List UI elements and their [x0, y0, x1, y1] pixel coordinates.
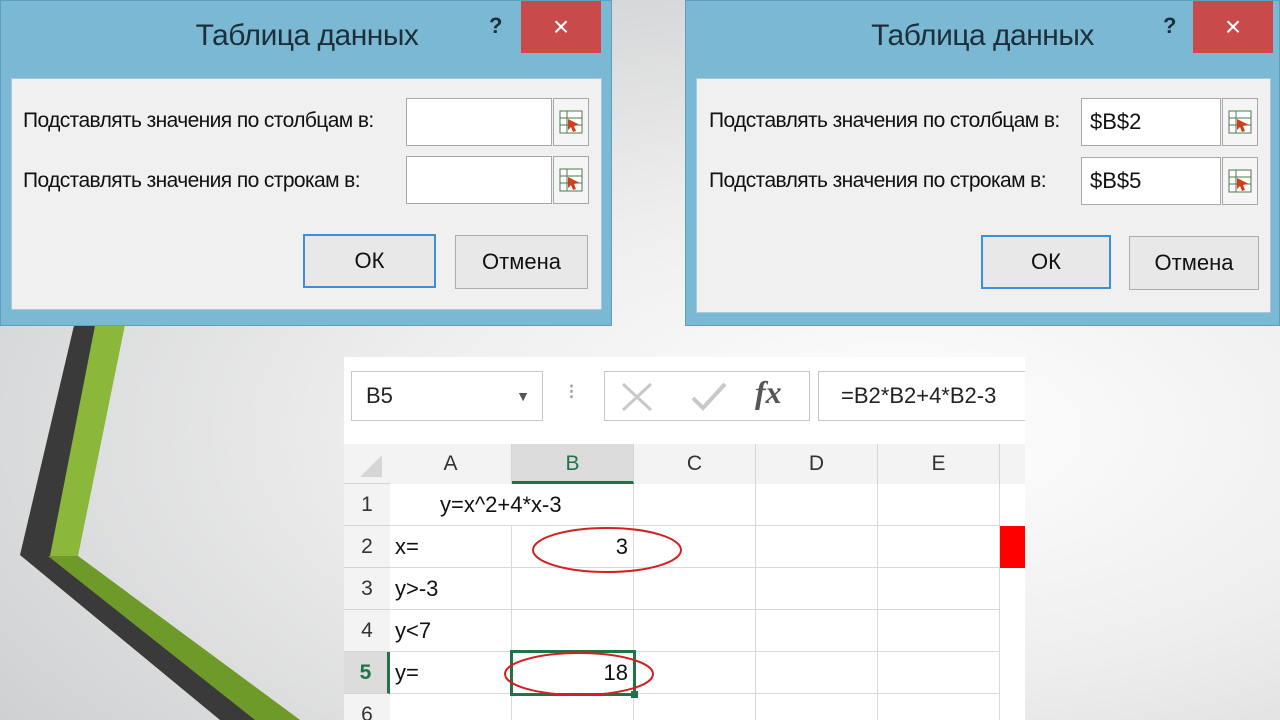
cell-a2[interactable]: x=: [390, 526, 512, 568]
dialog-title: Таблица данных: [871, 19, 1094, 52]
cell-d2[interactable]: [756, 526, 878, 568]
row-input-label: Подставлять значения по столбцам в:: [23, 109, 374, 132]
range-picker-icon[interactable]: [1222, 98, 1258, 146]
col-input-field[interactable]: $B$5: [1081, 157, 1221, 205]
chevron-down-icon[interactable]: ▼: [516, 372, 530, 420]
cell-a5[interactable]: y=: [390, 652, 512, 694]
row-header-5[interactable]: 5: [344, 652, 390, 694]
annotation-ellipse-b2: [532, 527, 682, 573]
ok-button[interactable]: ОК: [303, 234, 436, 288]
row-header-6[interactable]: 6: [344, 694, 390, 720]
range-picker-icon[interactable]: [553, 156, 589, 204]
dialog-body: Подставлять значения по столбцам в: Подс…: [11, 78, 602, 310]
column-header-d[interactable]: D: [756, 444, 878, 484]
cell-b1[interactable]: [512, 484, 634, 526]
help-icon[interactable]: ?: [489, 13, 502, 39]
name-box[interactable]: B5 ▼: [351, 371, 543, 421]
dialog-body: Подставлять значения по столбцам в: $B$2…: [696, 78, 1271, 313]
more-icon[interactable]: ⁝: [568, 379, 575, 405]
annotation-ellipse-b5: [504, 652, 654, 696]
cell-a4[interactable]: y<7: [390, 610, 512, 652]
ok-button[interactable]: ОК: [981, 235, 1111, 289]
cell-e2[interactable]: [878, 526, 1000, 568]
cell-c4[interactable]: [634, 610, 756, 652]
cancel-button[interactable]: Отмена: [455, 235, 588, 289]
column-header-a[interactable]: A: [390, 444, 512, 484]
cell-e1[interactable]: [878, 484, 1000, 526]
close-icon[interactable]: ×: [1193, 1, 1273, 53]
cell-e6[interactable]: [878, 694, 1000, 720]
help-icon[interactable]: ?: [1163, 13, 1176, 39]
col-input-field[interactable]: [406, 156, 552, 204]
row-input-label: Подставлять значения по столбцам в:: [709, 109, 1060, 132]
red-highlight-block: [1000, 526, 1025, 568]
cell-d5[interactable]: [756, 652, 878, 694]
cell-d1[interactable]: [756, 484, 878, 526]
row-input-field[interactable]: [406, 98, 552, 146]
column-header-e[interactable]: E: [878, 444, 1000, 484]
row-header-2[interactable]: 2: [344, 526, 390, 568]
cell-d4[interactable]: [756, 610, 878, 652]
cell-c1[interactable]: [634, 484, 756, 526]
cell-d6[interactable]: [756, 694, 878, 720]
cell-e4[interactable]: [878, 610, 1000, 652]
cancel-button[interactable]: Отмена: [1129, 236, 1259, 290]
col-input-label: Подставлять значения по строкам в:: [23, 169, 361, 192]
cell-d3[interactable]: [756, 568, 878, 610]
insert-function-icon[interactable]: fx: [755, 374, 782, 411]
select-all-icon[interactable]: [354, 453, 384, 479]
range-picker-icon[interactable]: [553, 98, 589, 146]
spreadsheet: B5 ▼ ⁝ fx =B2*B2+4*B2-3 A B C D E 1 2 3 …: [344, 357, 1025, 720]
row-header-1[interactable]: 1: [344, 484, 390, 526]
col-input-label: Подставлять значения по строкам в:: [709, 169, 1047, 192]
column-header-b[interactable]: B: [512, 444, 634, 484]
range-picker-icon[interactable]: [1222, 157, 1258, 205]
column-header-f[interactable]: [1000, 444, 1025, 484]
formula-tools: fx: [604, 371, 810, 421]
name-box-value: B5: [366, 383, 393, 408]
cell-e5[interactable]: [878, 652, 1000, 694]
data-table-dialog-empty: Таблица данных ? × Подставлять значения …: [0, 0, 612, 326]
formula-bar[interactable]: =B2*B2+4*B2-3: [818, 371, 1025, 421]
cell-a1[interactable]: y=x^2+4*x-3: [390, 484, 562, 526]
cell-a3[interactable]: y>-3: [390, 568, 512, 610]
cell-a6[interactable]: [390, 694, 512, 720]
row-input-field[interactable]: $B$2: [1081, 98, 1221, 146]
row-header-3[interactable]: 3: [344, 568, 390, 610]
enter-check-icon[interactable]: [689, 380, 729, 414]
close-icon[interactable]: ×: [521, 1, 601, 53]
cell-b4[interactable]: [512, 610, 634, 652]
data-table-dialog-filled: Таблица данных ? × Подставлять значения …: [685, 0, 1280, 326]
column-header-c[interactable]: C: [634, 444, 756, 484]
row-header-4[interactable]: 4: [344, 610, 390, 652]
cell-e3[interactable]: [878, 568, 1000, 610]
cancel-icon[interactable]: [619, 380, 655, 414]
